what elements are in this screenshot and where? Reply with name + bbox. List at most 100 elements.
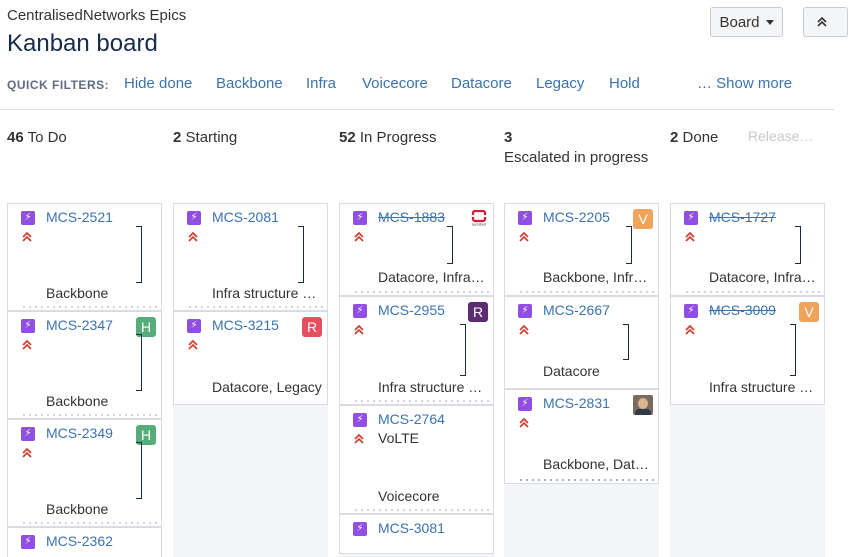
assignee-badge: R xyxy=(302,317,322,337)
issue-key[interactable]: MCS-2831 xyxy=(543,395,610,411)
days-in-column-dots xyxy=(518,291,655,293)
issue-labels: Datacore xyxy=(543,363,600,379)
show-more-filters[interactable]: … Show more xyxy=(697,75,792,92)
priority-highest-icon xyxy=(519,417,529,428)
issue-card[interactable]: ⚡ MCS-2764 VoLTE Voicecore xyxy=(339,405,494,514)
issue-card[interactable]: ⚡ MCS-2667 Datacore xyxy=(504,296,659,389)
issue-labels: Backbone xyxy=(46,285,109,301)
column-count: 2 xyxy=(173,129,182,146)
issue-card[interactable]: ⚡ MCS-1727 Datacore, Infra ... xyxy=(670,203,825,296)
priority-highest-icon xyxy=(685,231,695,242)
days-in-column-dots xyxy=(21,522,158,524)
issue-key[interactable]: MCS-2347 xyxy=(46,317,113,333)
issue-card[interactable]: ⚡ MCS-2521 Backbone xyxy=(7,203,162,311)
issue-labels: Datacore, Legacy xyxy=(212,379,322,395)
issue-key[interactable]: MCS-1727 xyxy=(709,209,776,225)
epic-icon: ⚡ xyxy=(518,304,532,318)
filter-hide-done[interactable]: Hide done xyxy=(124,75,192,92)
issue-key[interactable]: MCS-2764 xyxy=(378,411,445,427)
column-name: Escalated in progress xyxy=(504,149,649,166)
issue-key[interactable]: MCS-2349 xyxy=(46,425,113,441)
issue-key[interactable]: MCS-3009 xyxy=(709,302,776,318)
epic-icon: ⚡ xyxy=(187,319,201,333)
estimate-bracket xyxy=(460,324,466,376)
epic-icon: ⚡ xyxy=(353,211,367,225)
issue-card[interactable]: ⚡ MCS-2347 H Backbone xyxy=(7,311,162,419)
issue-key[interactable]: MCS-2955 xyxy=(378,302,445,318)
issue-card[interactable]: ⚡ MCS-2955 R Infra structure s... xyxy=(339,296,494,405)
issue-card[interactable]: ⚡ MCS-3081 xyxy=(339,514,494,554)
issue-labels: Voicecore xyxy=(378,488,440,504)
days-in-column-dots xyxy=(684,291,821,293)
days-in-column-dots xyxy=(353,509,490,511)
issue-key[interactable]: MCS-2667 xyxy=(543,302,610,318)
issue-card[interactable]: ⚡ MCS-1883 openstack Datacore, Infra ... xyxy=(339,203,494,296)
openstack-logo-icon: openstack xyxy=(472,210,487,226)
caret-down-icon xyxy=(765,19,774,25)
days-in-column-dots xyxy=(353,291,490,293)
column-name: Done xyxy=(682,129,719,146)
days-in-column-dots xyxy=(187,306,324,308)
issue-card[interactable]: ⚡ MCS-3215 R Datacore, Legacy xyxy=(173,311,328,405)
filter-voicecore[interactable]: Voicecore xyxy=(362,75,428,92)
estimate-bracket xyxy=(790,324,796,376)
issue-labels: Infra structure s... xyxy=(212,285,320,301)
issue-card[interactable]: ⚡ MCS-2205 V Backbone, Infra ... xyxy=(504,203,659,296)
days-in-column-dots xyxy=(518,479,655,481)
quick-filters-label: QUICK FILTERS: xyxy=(7,78,110,92)
epic-icon: ⚡ xyxy=(21,427,35,441)
filter-legacy[interactable]: Legacy xyxy=(536,75,584,92)
release-link[interactable]: Release… xyxy=(748,128,813,144)
issue-card[interactable]: ⚡ MCS-3009 V Infra structure s... xyxy=(670,296,825,405)
priority-highest-icon xyxy=(22,231,32,242)
column-in-progress: ⚡ MCS-1883 openstack Datacore, Infra ...… xyxy=(339,203,494,557)
days-in-column-dots xyxy=(353,400,490,402)
issue-key[interactable]: MCS-2362 xyxy=(46,533,113,549)
issue-card[interactable]: ⚡ MCS-2362 xyxy=(7,527,162,557)
board-menu-button[interactable]: Board xyxy=(710,7,783,37)
epic-icon: ⚡ xyxy=(21,535,35,549)
issue-card[interactable]: ⚡ MCS-2349 H Backbone xyxy=(7,419,162,527)
assignee-badge: V xyxy=(799,302,819,322)
estimate-bracket xyxy=(795,226,801,264)
issue-card[interactable]: ⚡ MCS-2081 Infra structure s... xyxy=(173,203,328,311)
issue-summary: VoLTE xyxy=(378,430,419,446)
quick-filters: QUICK FILTERS: Hide done Backbone Infra … xyxy=(0,74,850,94)
column-count: 46 xyxy=(7,129,24,146)
column-header-in-progress: 52 In Progress xyxy=(339,128,437,148)
issue-card[interactable]: ⚡ MCS-2831 Backbone, Data... xyxy=(504,389,659,484)
filter-hold[interactable]: Hold xyxy=(609,75,640,92)
issue-labels: Backbone xyxy=(46,501,109,517)
epic-icon: ⚡ xyxy=(353,413,367,427)
issue-key[interactable]: MCS-2521 xyxy=(46,209,113,225)
assignee-badge: V xyxy=(633,209,653,229)
collapse-header-button[interactable] xyxy=(803,7,848,37)
filter-infra[interactable]: Infra xyxy=(306,75,336,92)
issue-labels: Infra structure s... xyxy=(709,379,817,395)
issue-key[interactable]: MCS-1883 xyxy=(378,209,445,225)
column-escalated: ⚡ MCS-2205 V Backbone, Infra ... ⚡ MCS-2… xyxy=(504,203,659,557)
priority-highest-icon xyxy=(519,324,529,335)
epic-icon: ⚡ xyxy=(684,211,698,225)
estimate-bracket xyxy=(136,442,142,499)
issue-key[interactable]: MCS-2205 xyxy=(543,209,610,225)
filter-backbone[interactable]: Backbone xyxy=(216,75,283,92)
issue-key[interactable]: MCS-3215 xyxy=(212,317,279,333)
issue-key[interactable]: MCS-2081 xyxy=(212,209,279,225)
priority-highest-icon xyxy=(354,324,364,335)
column-name: To Do xyxy=(27,129,67,146)
kanban-page: CentralisedNetworks Epics Kanban board B… xyxy=(0,0,850,557)
filter-datacore[interactable]: Datacore xyxy=(451,75,512,92)
project-name[interactable]: CentralisedNetworks Epics xyxy=(7,7,186,24)
priority-highest-icon xyxy=(188,231,198,242)
priority-highest-icon xyxy=(354,231,364,242)
page-title: Kanban board xyxy=(7,30,158,57)
column-name: Starting xyxy=(185,129,238,146)
issue-labels: Backbone xyxy=(46,393,109,409)
issue-key[interactable]: MCS-3081 xyxy=(378,520,445,536)
epic-icon: ⚡ xyxy=(187,211,201,225)
epic-icon: ⚡ xyxy=(518,397,532,411)
column-name: In Progress xyxy=(359,129,437,146)
column-count: 52 xyxy=(339,129,356,146)
assignee-badge: R xyxy=(468,302,488,322)
